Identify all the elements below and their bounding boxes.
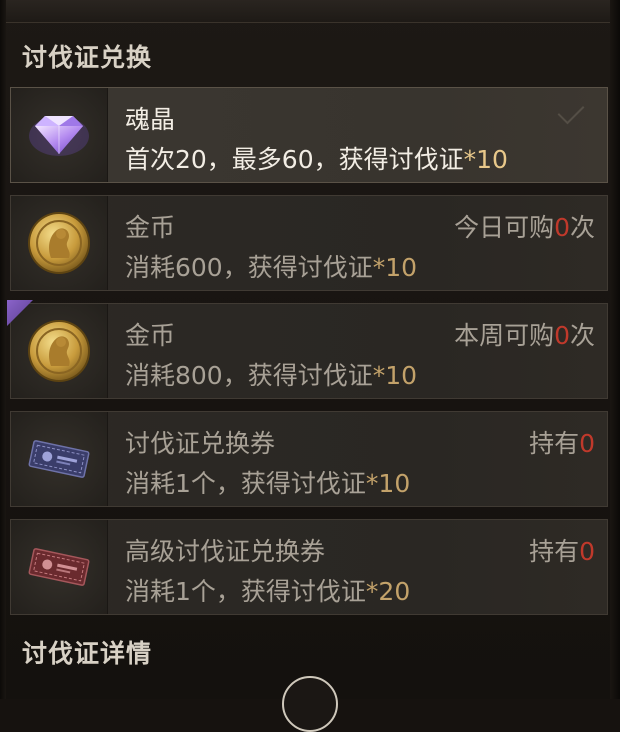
- description-quantity: *10: [365, 469, 411, 498]
- exchange-row-soul-crystal[interactable]: 魂晶 首次20，最多60，获得讨伐证*10: [10, 87, 608, 183]
- description-quantity: *10: [372, 361, 418, 390]
- limit-unit: 次: [569, 321, 595, 350]
- description-text: 消耗1个，获得讨伐证: [125, 577, 366, 606]
- item-icon-cell: [11, 304, 108, 398]
- item-description: 消耗1个，获得讨伐证*20: [125, 572, 410, 608]
- description-quantity: *10: [372, 253, 418, 282]
- description-quantity: *20: [365, 577, 411, 606]
- item-title: 金币: [125, 321, 176, 350]
- item-description: 消耗800，获得讨伐证*10: [125, 356, 417, 392]
- description-text: 消耗800，获得讨伐证: [125, 361, 373, 390]
- expand-button[interactable]: [282, 676, 338, 732]
- description-text: 消耗600，获得讨伐证: [125, 253, 373, 282]
- owned-label: 持有: [529, 537, 580, 566]
- item-icon-cell: [11, 196, 108, 290]
- description-quantity: *10: [463, 145, 508, 174]
- gold-coin-icon: [28, 212, 90, 274]
- owned-label: 持有: [529, 429, 580, 458]
- description-text: 首次20，最多60，获得讨伐证: [125, 145, 464, 174]
- item-description: 首次20，最多60，获得讨伐证*10: [125, 140, 508, 176]
- frame-edge: [610, 0, 620, 699]
- exchange-row-gold-daily[interactable]: 金币 消耗600，获得讨伐证*10 今日可购0次: [10, 195, 608, 291]
- soul-crystal-icon: [29, 116, 89, 156]
- check-icon: [557, 97, 585, 125]
- purchase-limit: 本周可购0次: [454, 316, 595, 352]
- limit-label: 今日可购: [454, 213, 555, 242]
- premium-exchange-ticket-icon: [28, 548, 90, 586]
- description-text: 消耗1个，获得讨伐证: [125, 469, 366, 498]
- exchange-row-gold-weekly[interactable]: 金币 消耗800，获得讨伐证*10 本周可购0次: [7, 300, 608, 399]
- item-title: 金币: [125, 213, 176, 242]
- limit-label: 本周可购: [454, 321, 555, 350]
- item-description: 消耗600，获得讨伐证*10: [125, 248, 417, 284]
- owned-value: 0: [579, 537, 595, 566]
- exchange-row-premium-ticket[interactable]: 高级讨伐证兑换券 消耗1个，获得讨伐证*20 持有0: [10, 519, 608, 615]
- limit-count: 0: [554, 321, 570, 350]
- item-description: 消耗1个，获得讨伐证*10: [125, 464, 410, 500]
- item-title: 高级讨伐证兑换券: [125, 537, 326, 566]
- item-icon-cell: [11, 520, 108, 614]
- item-icon-cell: [11, 412, 108, 506]
- limit-count: 0: [554, 213, 570, 242]
- owned-value: 0: [579, 429, 595, 458]
- details-title: 讨伐证详情: [22, 639, 153, 668]
- exchange-panel: 讨伐证兑换 魂晶 首次20，最多60，获得讨伐证*10 金币 消耗600，获得讨…: [0, 0, 620, 732]
- frame-edge: [0, 0, 6, 699]
- section-title: 讨伐证兑换: [22, 43, 153, 72]
- limit-unit: 次: [569, 213, 595, 242]
- item-title: 魂晶: [125, 105, 176, 134]
- item-icon-cell: [11, 88, 108, 182]
- owned-count: 持有0: [529, 424, 595, 460]
- item-title: 讨伐证兑换券: [125, 429, 276, 458]
- top-strip: [0, 0, 620, 23]
- owned-count: 持有0: [529, 532, 595, 568]
- purchase-limit: 今日可购0次: [454, 208, 595, 244]
- exchange-ticket-icon: [28, 440, 90, 478]
- exchange-row-ticket[interactable]: 讨伐证兑换券 消耗1个，获得讨伐证*10 持有0: [10, 411, 608, 507]
- gold-coin-icon: [28, 320, 90, 382]
